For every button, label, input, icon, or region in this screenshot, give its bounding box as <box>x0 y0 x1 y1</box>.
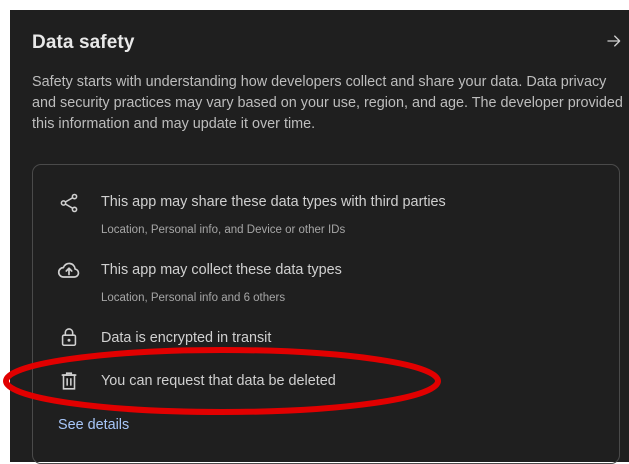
see-details-link[interactable]: See details <box>58 417 129 433</box>
trash-icon <box>57 369 81 393</box>
open-data-safety-button[interactable] <box>601 30 627 56</box>
lock-icon <box>57 325 81 349</box>
data-safety-card: This app may share these data types with… <box>32 164 620 464</box>
share-item-title: This app may share these data types with… <box>101 194 446 210</box>
cloud-upload-icon <box>57 258 81 282</box>
section-description: Safety starts with understanding how dev… <box>32 74 623 132</box>
collect-item-subtitle: Location, Personal info and 6 others <box>101 292 286 304</box>
collect-item-title: This app may collect these data types <box>101 262 342 278</box>
share-item-subtitle: Location, Personal info, and Device or o… <box>101 224 346 236</box>
deletion-item-title: You can request that data be deleted <box>101 373 336 389</box>
share-icon <box>57 191 81 215</box>
arrow-right-icon <box>605 32 623 55</box>
section-title: Data safety <box>32 32 135 53</box>
encryption-item-title: Data is encrypted in transit <box>101 330 272 346</box>
data-safety-panel: Data safety Safety starts with understan… <box>10 10 629 464</box>
